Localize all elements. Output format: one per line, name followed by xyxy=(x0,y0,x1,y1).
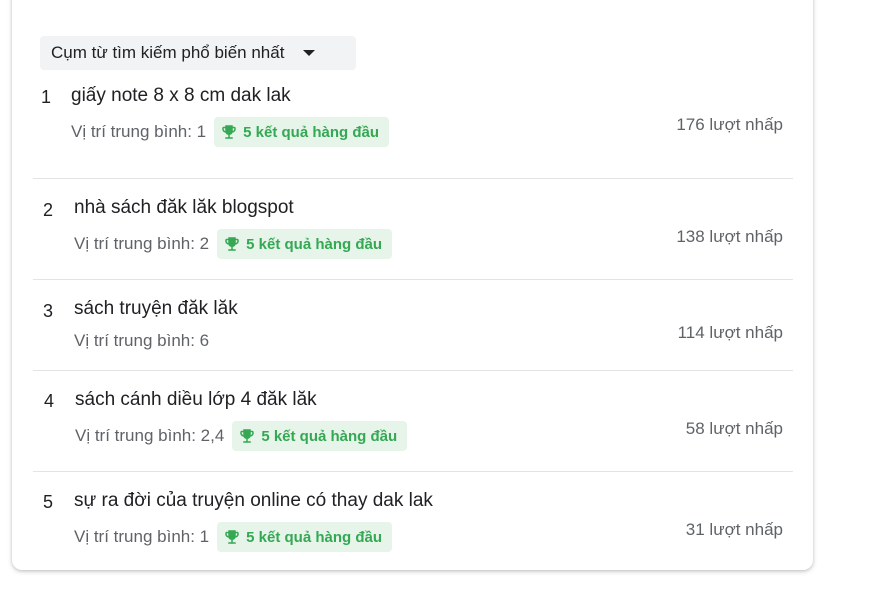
average-position: Vị trí trung bình: 2,4 5 kết quả hàng đầ… xyxy=(75,421,408,451)
average-position: Vị trí trung bình: 1 5 kết quả hàng đầu xyxy=(74,522,392,552)
query-text[interactable]: sách cánh diều lớp 4 đăk lăk xyxy=(75,389,317,411)
trophy-icon xyxy=(222,125,236,139)
click-count: 58 lượt nhấp xyxy=(685,419,783,438)
average-position: Vị trí trung bình: 1 5 kết quả hàng đầu xyxy=(71,117,389,147)
top-results-badge: 5 kết quả hàng đầu xyxy=(232,421,408,451)
top-results-badge: 5 kết quả hàng đầu xyxy=(214,117,389,147)
rank-number: 5 xyxy=(43,492,54,512)
top-queries-card: Cụm từ tìm kiếm phổ biến nhất 1 giấy not… xyxy=(12,0,813,570)
trophy-icon xyxy=(225,530,239,544)
list-item[interactable]: 2 nhà sách đăk lăk blogspot Vị trí trung… xyxy=(33,179,793,280)
list-item[interactable]: 3 sách truyện đăk lăk Vị trí trung bình:… xyxy=(33,280,793,371)
average-position: Vị trí trung bình: 6 xyxy=(74,331,209,351)
click-count: 31 lượt nhấp xyxy=(685,520,783,539)
trophy-icon xyxy=(240,429,255,443)
query-text[interactable]: sách truyện đăk lăk xyxy=(74,298,238,320)
query-text[interactable]: sự ra đời của truyện online có thay dak … xyxy=(74,490,433,512)
average-position-text: Vị trí trung bình: 2 xyxy=(74,234,210,253)
query-list: 1 giấy note 8 x 8 cm dak lak Vị trí trun… xyxy=(33,80,793,568)
query-sort-dropdown[interactable]: Cụm từ tìm kiếm phổ biến nhất xyxy=(40,36,356,70)
average-position-text: Vị trí trung bình: 1 xyxy=(71,122,207,141)
badge-label: 5 kết quả hàng đầu xyxy=(246,528,382,546)
query-text[interactable]: giấy note 8 x 8 cm dak lak xyxy=(71,85,291,107)
average-position: Vị trí trung bình: 2 5 kết quả hàng đầu xyxy=(74,229,392,259)
average-position-text: Vị trí trung bình: 1 xyxy=(74,527,210,546)
list-item[interactable]: 1 giấy note 8 x 8 cm dak lak Vị trí trun… xyxy=(33,80,793,179)
dropdown-label: Cụm từ tìm kiếm phổ biến nhất xyxy=(51,43,285,62)
caret-down-icon xyxy=(303,50,316,56)
trophy-icon xyxy=(225,237,239,251)
list-item[interactable]: 4 sách cánh diều lớp 4 đăk lăk Vị trí tr… xyxy=(33,371,793,472)
badge-label: 5 kết quả hàng đầu xyxy=(261,427,398,445)
rank-number: 2 xyxy=(43,200,54,220)
average-position-text: Vị trí trung bình: 6 xyxy=(74,331,210,350)
badge-label: 5 kết quả hàng đầu xyxy=(243,123,379,141)
rank-number: 1 xyxy=(41,87,52,107)
top-results-badge: 5 kết quả hàng đầu xyxy=(217,229,392,259)
list-item[interactable]: 5 sự ra đời của truyện online có thay da… xyxy=(33,472,793,568)
average-position-text: Vị trí trung bình: 2,4 xyxy=(75,426,225,445)
rank-number: 4 xyxy=(44,391,55,411)
badge-label: 5 kết quả hàng đầu xyxy=(246,235,382,253)
click-count: 114 lượt nhấp xyxy=(677,323,783,342)
click-count: 176 lượt nhấp xyxy=(676,115,783,134)
click-count: 138 lượt nhấp xyxy=(676,227,783,246)
top-results-badge: 5 kết quả hàng đầu xyxy=(217,522,392,552)
query-text[interactable]: nhà sách đăk lăk blogspot xyxy=(74,197,294,219)
rank-number: 3 xyxy=(43,301,54,321)
